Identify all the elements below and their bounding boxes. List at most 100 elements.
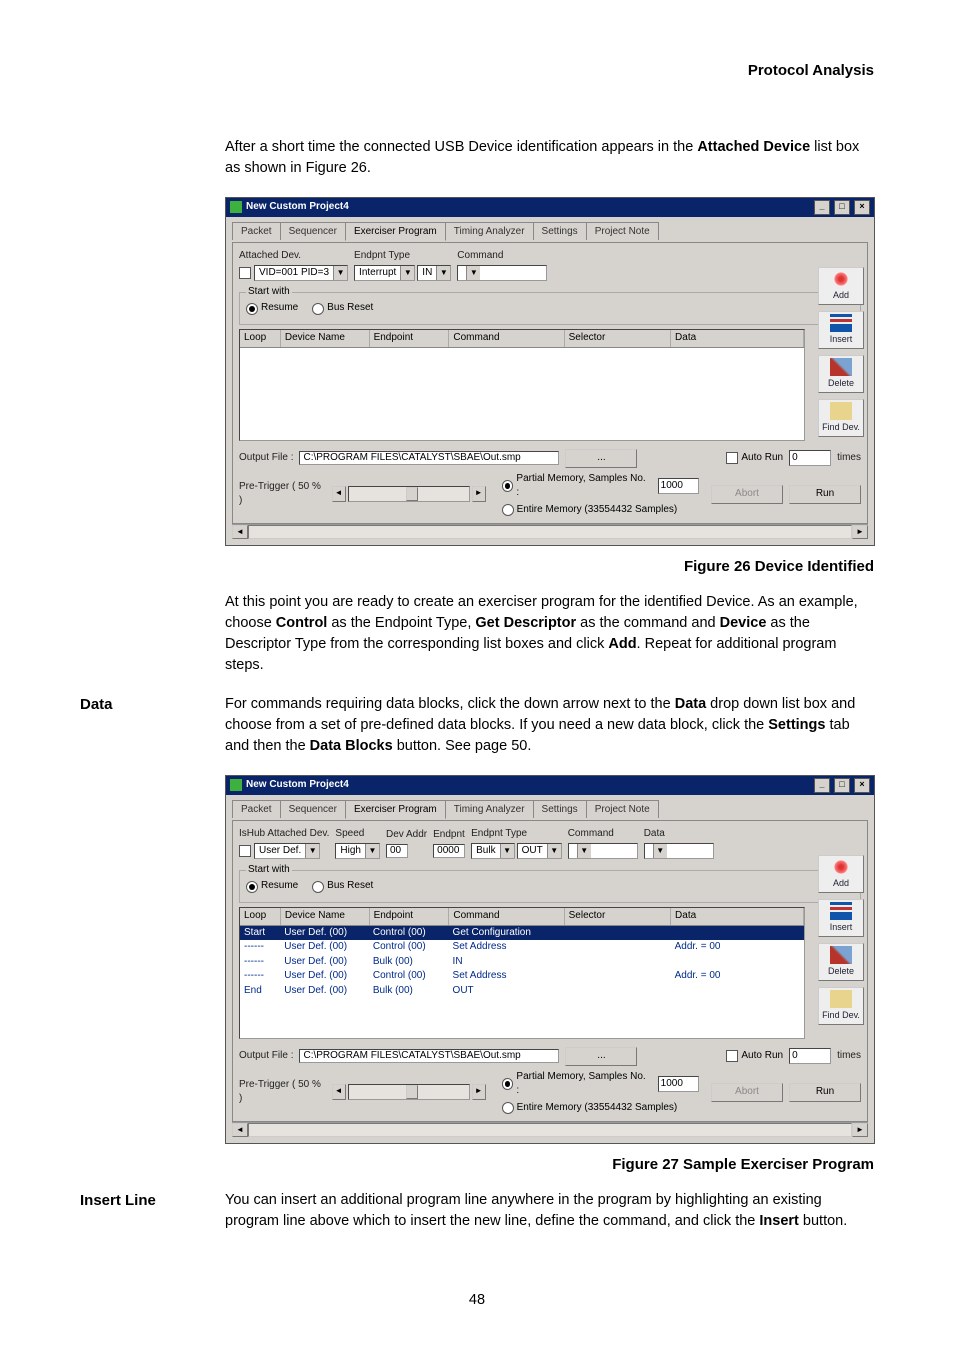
paragraph-2: At this point you are ready to create an…	[225, 592, 874, 676]
endpnt-field[interactable]: 0000	[433, 844, 465, 858]
tab-project-note[interactable]: Project Note	[586, 222, 659, 241]
partial-memory-radio[interactable]: Partial Memory, Samples No. : 1000	[502, 1070, 699, 1099]
arrow-right-icon[interactable]: ►	[472, 1084, 486, 1100]
chevron-down-icon[interactable]: ▼	[333, 266, 347, 280]
table-row[interactable]: ------User Def. (00)Bulk (00)IN	[240, 955, 804, 970]
pretrigger-slider[interactable]: ◄ ►	[332, 486, 486, 502]
tab-sequencer[interactable]: Sequencer	[280, 800, 346, 819]
chevron-down-icon[interactable]: ▼	[500, 844, 514, 858]
abort-button[interactable]: Abort	[711, 1083, 783, 1102]
tab-timing-analyzer[interactable]: Timing Analyzer	[445, 800, 534, 819]
command-dropdown[interactable]: ▼	[568, 843, 638, 859]
minimize-icon[interactable]: _	[814, 200, 830, 215]
bus-reset-radio[interactable]: Bus Reset	[312, 879, 373, 894]
chevron-down-icon[interactable]: ▼	[305, 844, 319, 858]
direction-dropdown[interactable]: IN▼	[417, 265, 451, 281]
find-dev-button[interactable]: Find Dev.	[818, 987, 864, 1025]
resume-radio[interactable]: Resume	[246, 301, 298, 316]
tab-settings[interactable]: Settings	[533, 800, 587, 819]
chevron-down-icon[interactable]: ▼	[653, 844, 667, 858]
endpnt-type-dropdown[interactable]: Interrupt▼	[354, 265, 415, 281]
insert-button[interactable]: Insert	[818, 311, 864, 349]
tab-settings[interactable]: Settings	[533, 222, 587, 241]
attached-dev-label: IsHub Attached Dev.	[239, 827, 329, 842]
tab-exerciser-program[interactable]: Exerciser Program	[345, 800, 446, 820]
entire-memory-radio[interactable]: Entire Memory (33554432 Samples)	[502, 1101, 699, 1116]
table-row[interactable]: StartUser Def. (00)Control (00)Get Confi…	[240, 926, 804, 941]
auto-run-value[interactable]: 0	[789, 1048, 831, 1064]
entire-memory-radio[interactable]: Entire Memory (33554432 Samples)	[502, 503, 699, 518]
endpnt-type-dropdown[interactable]: Bulk▼	[471, 843, 514, 859]
find-dev-button[interactable]: Find Dev.	[818, 399, 864, 437]
arrow-right-icon[interactable]: ►	[472, 486, 486, 502]
browse-button[interactable]: ...	[565, 449, 637, 468]
delete-button[interactable]: Delete	[818, 355, 864, 393]
dev-addr-field[interactable]: 00	[386, 844, 408, 858]
tab-sequencer[interactable]: Sequencer	[280, 222, 346, 241]
col-endpoint: Endpoint	[370, 330, 450, 347]
auto-run-checkbox[interactable]: Auto Run	[726, 1049, 783, 1064]
horizontal-scrollbar[interactable]: ◄►	[232, 1122, 868, 1137]
section-header: Protocol Analysis	[80, 60, 874, 82]
arrow-left-icon[interactable]: ◄	[332, 1084, 346, 1100]
partial-memory-radio[interactable]: Partial Memory, Samples No. : 1000	[502, 472, 699, 501]
chevron-down-icon[interactable]: ▼	[577, 844, 591, 858]
insert-button[interactable]: Insert	[818, 899, 864, 937]
col-data: Data	[671, 908, 804, 925]
table-row[interactable]: ------User Def. (00)Control (00)Set Addr…	[240, 969, 804, 984]
side-heading-data: Data	[80, 694, 220, 716]
table-row[interactable]: EndUser Def. (00)Bulk (00)OUT	[240, 984, 804, 999]
command-dropdown[interactable]: ▼	[457, 265, 547, 281]
chevron-down-icon[interactable]: ▼	[365, 844, 379, 858]
window-titlebar: New Custom Project4 _ □ ×	[226, 776, 874, 795]
maximize-icon[interactable]: □	[834, 778, 850, 793]
auto-run-checkbox[interactable]: Auto Run	[726, 451, 783, 466]
pretrigger-slider[interactable]: ◄ ►	[332, 1084, 486, 1100]
close-icon[interactable]: ×	[854, 778, 870, 793]
col-device-name: Device Name	[281, 908, 370, 925]
samples-no-field[interactable]: 1000	[658, 1076, 699, 1092]
horizontal-scrollbar[interactable]: ◄►	[232, 524, 868, 539]
run-button[interactable]: Run	[789, 1083, 861, 1102]
col-selector: Selector	[565, 908, 671, 925]
output-file-field[interactable]: C:\PROGRAM FILES\CATALYST\SBAE\Out.smp	[299, 1049, 559, 1063]
tab-timing-analyzer[interactable]: Timing Analyzer	[445, 222, 534, 241]
attached-dev-checkbox[interactable]	[239, 267, 251, 279]
run-button[interactable]: Run	[789, 485, 861, 504]
chevron-down-icon[interactable]: ▼	[400, 266, 414, 280]
delete-button[interactable]: Delete	[818, 943, 864, 981]
program-grid[interactable]: Loop Device Name Endpoint Command Select…	[239, 907, 805, 1039]
attached-dev-dropdown[interactable]: User Def.▼	[254, 843, 320, 859]
output-file-field[interactable]: C:\PROGRAM FILES\CATALYST\SBAE\Out.smp	[299, 451, 559, 465]
browse-button[interactable]: ...	[565, 1047, 637, 1066]
maximize-icon[interactable]: □	[834, 200, 850, 215]
add-icon	[830, 858, 852, 876]
data-dropdown[interactable]: ▼	[644, 843, 714, 859]
start-with-group: Start with Resume Bus Reset	[239, 863, 861, 903]
arrow-left-icon[interactable]: ◄	[332, 486, 346, 502]
ishub-checkbox[interactable]	[239, 845, 251, 857]
tab-exerciser-program[interactable]: Exerciser Program	[345, 222, 446, 242]
tab-project-note[interactable]: Project Note	[586, 800, 659, 819]
chevron-down-icon[interactable]: ▼	[466, 266, 480, 280]
chevron-down-icon[interactable]: ▼	[436, 266, 450, 280]
table-row[interactable]: ------User Def. (00)Control (00)Set Addr…	[240, 940, 804, 955]
resume-radio[interactable]: Resume	[246, 879, 298, 894]
auto-run-value[interactable]: 0	[789, 450, 831, 466]
bus-reset-radio[interactable]: Bus Reset	[312, 301, 373, 316]
samples-no-field[interactable]: 1000	[658, 478, 699, 494]
tab-packet[interactable]: Packet	[232, 222, 281, 241]
add-button[interactable]: Add	[818, 267, 864, 305]
attached-dev-dropdown[interactable]: VID=001 PID=3▼	[254, 265, 348, 281]
minimize-icon[interactable]: _	[814, 778, 830, 793]
speed-label: Speed	[335, 827, 380, 842]
add-button[interactable]: Add	[818, 855, 864, 893]
chevron-down-icon[interactable]: ▼	[547, 844, 561, 858]
program-grid[interactable]: Loop Device Name Endpoint Command Select…	[239, 329, 805, 441]
speed-dropdown[interactable]: High▼	[335, 843, 380, 859]
tab-packet[interactable]: Packet	[232, 800, 281, 819]
abort-button[interactable]: Abort	[711, 485, 783, 504]
close-icon[interactable]: ×	[854, 200, 870, 215]
start-with-legend: Start with	[246, 285, 292, 300]
direction-dropdown[interactable]: OUT▼	[517, 843, 562, 859]
